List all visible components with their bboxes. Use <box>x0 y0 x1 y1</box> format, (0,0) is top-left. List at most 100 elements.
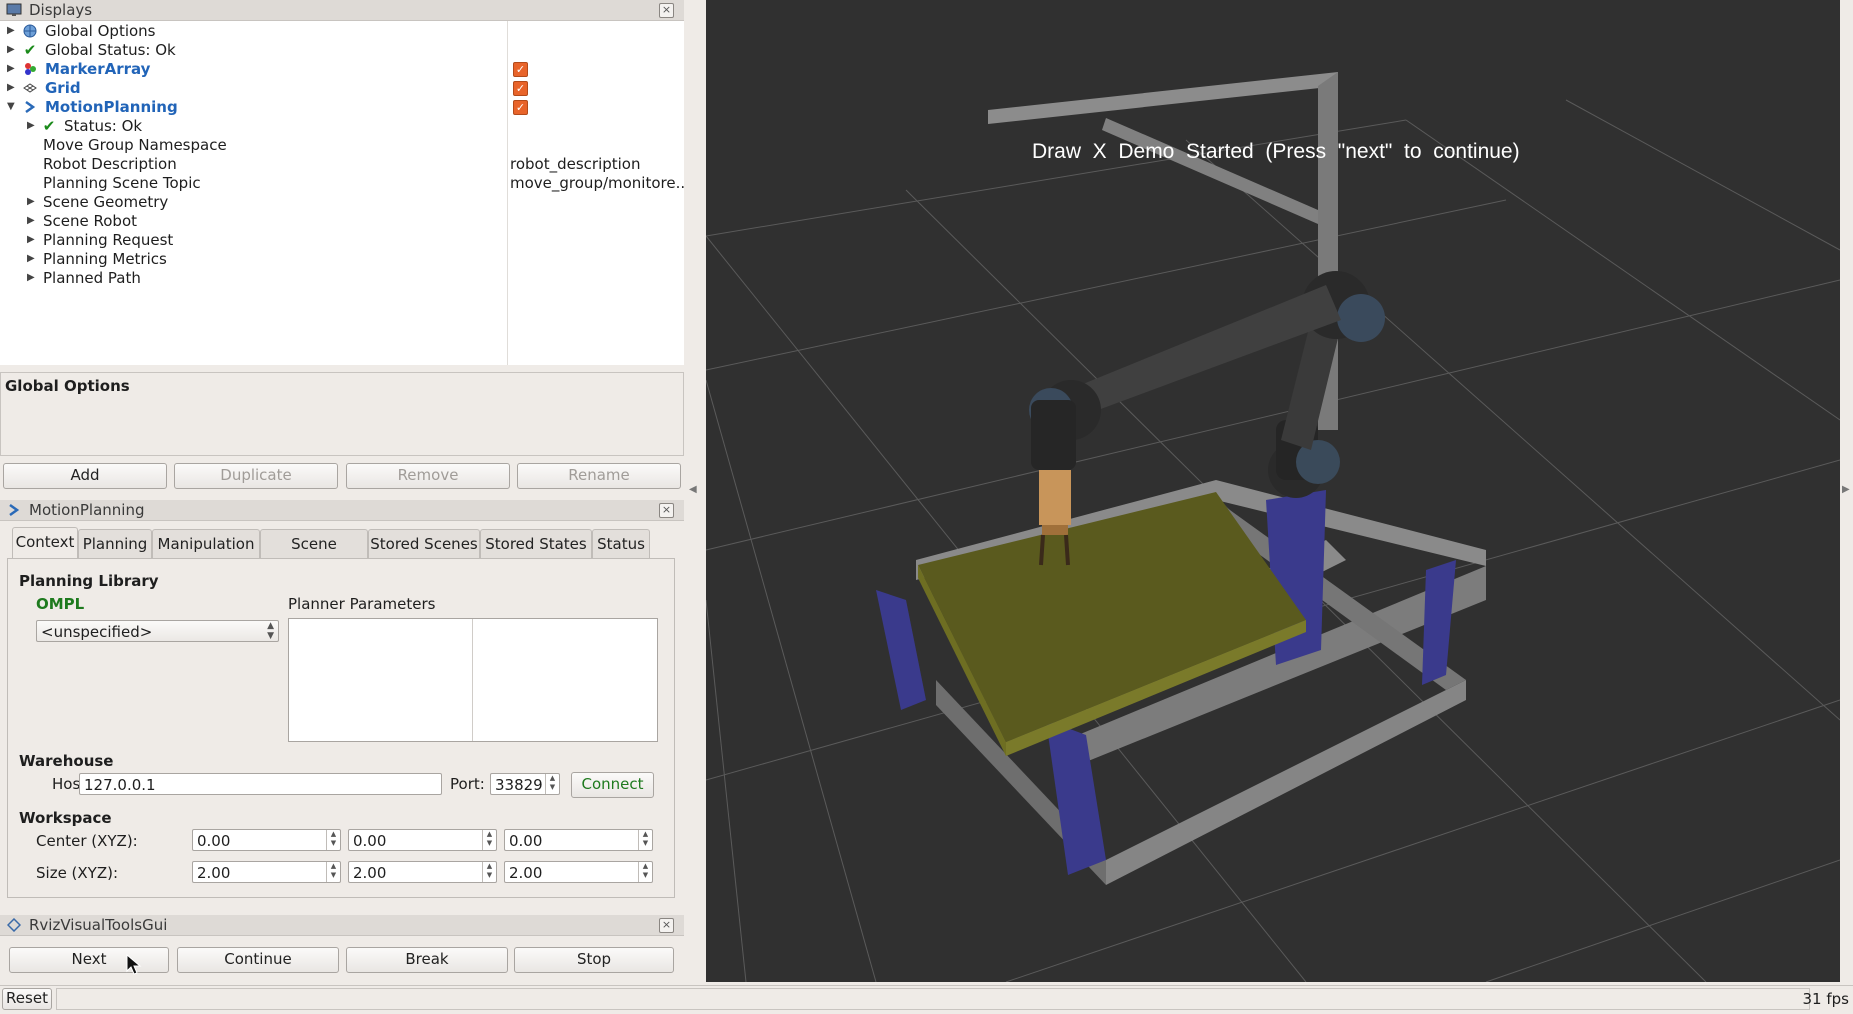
tree-row-scene-geometry[interactable]: ▶ Scene Geometry <box>0 193 684 212</box>
rename-button[interactable]: Rename <box>517 463 681 489</box>
expand-arrow-icon[interactable]: ▶ <box>27 120 35 131</box>
size-z-input[interactable]: 2.00 ▲ ▼ <box>504 861 653 883</box>
planner-select[interactable]: <unspecified> ▲ ▼ <box>36 620 279 642</box>
spin-arrows-icon[interactable]: ▲ ▼ <box>545 774 559 794</box>
tree-row-move-group-namespace[interactable]: Move Group Namespace <box>0 136 684 155</box>
planner-parameters-label: Planner Parameters <box>288 595 436 613</box>
rviz-tools-titlebar: RvizVisualToolsGui × <box>0 915 684 936</box>
right-splitter[interactable]: ▶ <box>1840 0 1853 982</box>
center-y-input[interactable]: 0.00 ▲ ▼ <box>348 829 497 851</box>
spin-arrows-icon[interactable]: ▲ ▼ <box>638 862 652 882</box>
stop-button[interactable]: Stop <box>514 947 674 973</box>
size-x-input[interactable]: 2.00 ▲ ▼ <box>192 861 341 883</box>
center-x-input[interactable]: 0.00 ▲ ▼ <box>192 829 341 851</box>
host-input[interactable]: 127.0.0.1 <box>79 773 442 795</box>
center-label: Center (XYZ): <box>36 832 138 850</box>
planner-parameters-table[interactable] <box>288 618 658 742</box>
context-tab-pane: Planning Library OMPL <unspecified> ▲ ▼ P… <box>7 558 675 898</box>
continue-button[interactable]: Continue <box>177 947 339 973</box>
motion-planning-icon <box>22 99 38 115</box>
displays-title: Displays <box>29 1 93 19</box>
3d-viewport[interactable]: Draw X Demo Started (Press "next" to con… <box>706 0 1840 982</box>
expand-arrow-icon[interactable]: ▶ <box>27 253 35 264</box>
expand-arrow-icon[interactable]: ▶ <box>7 44 15 55</box>
tree-row-robot-description[interactable]: Robot Description robot_description <box>0 155 684 174</box>
tab-context[interactable]: Context <box>12 527 78 560</box>
panel-splitter[interactable]: ◀ <box>684 0 706 982</box>
size-x-value: 2.00 <box>197 864 231 882</box>
tab-stored-states[interactable]: Stored States <box>480 529 592 559</box>
displays-titlebar: Displays × <box>0 0 684 21</box>
workspace-label: Workspace <box>19 809 112 827</box>
tree-row-planning-metrics[interactable]: ▶ Planning Metrics <box>0 250 684 269</box>
tab-manipulation[interactable]: Manipulation <box>152 529 260 559</box>
warehouse-label: Warehouse <box>19 752 114 770</box>
expand-arrow-icon[interactable]: ▶ <box>7 82 15 93</box>
tab-status[interactable]: Status <box>592 529 650 559</box>
enable-checkbox[interactable]: ✓ <box>513 100 528 115</box>
close-icon[interactable]: × <box>659 3 674 18</box>
size-y-value: 2.00 <box>353 864 387 882</box>
fps-counter: 31 fps <box>1802 990 1849 1008</box>
check-icon: ✔ <box>23 41 37 59</box>
expand-arrow-icon[interactable]: ▶ <box>27 272 35 283</box>
expand-arrow-icon[interactable]: ▶ <box>27 234 35 245</box>
tree-row-planning-request[interactable]: ▶ Planning Request <box>0 231 684 250</box>
planning-scene-topic-value[interactable]: move_group/monitore... <box>510 174 690 192</box>
tree-row-global-status[interactable]: ▶ ✔ Global Status: Ok <box>0 41 684 60</box>
enable-checkbox[interactable]: ✓ <box>513 81 528 96</box>
expand-arrow-icon[interactable]: ▶ <box>27 215 35 226</box>
spin-arrows-icon[interactable]: ▲ ▼ <box>326 830 340 850</box>
reset-button[interactable]: Reset <box>2 988 52 1010</box>
robot-description-value[interactable]: robot_description <box>510 155 641 173</box>
planning-library-label: Planning Library <box>19 572 159 590</box>
tree-row-status[interactable]: ▶ ✔ Status: Ok <box>0 117 684 136</box>
tree-row-marker-array[interactable]: ▶ MarkerArray ✓ <box>0 60 684 79</box>
monitor-icon <box>5 2 23 18</box>
tree-row-planned-path[interactable]: ▶ Planned Path <box>0 269 684 288</box>
motion-planning-titlebar: MotionPlanning × <box>0 500 684 521</box>
center-z-input[interactable]: 0.00 ▲ ▼ <box>504 829 653 851</box>
tree-row-motion-planning[interactable]: ▼ MotionPlanning ✓ <box>0 98 684 117</box>
collapse-left-icon[interactable]: ◀ <box>689 484 697 495</box>
remove-button[interactable]: Remove <box>346 463 510 489</box>
tab-scene-objects[interactable]: Scene Objects <box>260 529 368 582</box>
grid-icon <box>22 80 38 96</box>
collapse-arrow-icon[interactable]: ▼ <box>7 101 15 112</box>
overlay-text: Draw X Demo Started (Press "next" to con… <box>1032 140 1520 163</box>
enable-checkbox[interactable]: ✓ <box>513 62 528 77</box>
tree-row-planning-scene-topic[interactable]: Planning Scene Topic move_group/monitore… <box>0 174 690 193</box>
spin-arrows-icon[interactable]: ▲ ▼ <box>482 862 496 882</box>
spin-arrows-icon[interactable]: ▲ ▼ <box>482 830 496 850</box>
robot-frame <box>916 72 1486 885</box>
library-name: OMPL <box>36 595 85 613</box>
spin-arrows-icon[interactable]: ▲ ▼ <box>638 830 652 850</box>
tab-planning[interactable]: Planning <box>78 529 152 559</box>
center-z-value: 0.00 <box>509 832 543 850</box>
size-y-input[interactable]: 2.00 ▲ ▼ <box>348 861 497 883</box>
close-icon[interactable]: × <box>659 503 674 518</box>
tree-row-grid[interactable]: ▶ Grid ✓ <box>0 79 684 98</box>
duplicate-button[interactable]: Duplicate <box>174 463 338 489</box>
expand-arrow-icon[interactable]: ▶ <box>7 25 15 36</box>
add-button[interactable]: Add <box>3 463 167 489</box>
port-input[interactable]: 33829 ▲ ▼ <box>490 773 560 795</box>
globe-icon <box>22 23 38 39</box>
break-button[interactable]: Break <box>346 947 508 973</box>
spin-arrows-icon[interactable]: ▲ ▼ <box>326 862 340 882</box>
close-icon[interactable]: × <box>659 918 674 933</box>
mouse-cursor-icon <box>126 954 142 975</box>
expand-arrow-icon[interactable]: ▶ <box>7 63 15 74</box>
tree-row-scene-robot[interactable]: ▶ Scene Robot <box>0 212 684 231</box>
expand-right-icon[interactable]: ▶ <box>1842 484 1850 495</box>
diamond-icon <box>5 917 23 933</box>
status-message-area <box>56 988 1810 1010</box>
connect-button[interactable]: Connect <box>571 772 654 798</box>
expand-arrow-icon[interactable]: ▶ <box>27 196 35 207</box>
motion-planning-icon <box>5 502 23 518</box>
center-y-value: 0.00 <box>353 832 387 850</box>
next-button[interactable]: Next <box>9 947 169 973</box>
tab-stored-scenes[interactable]: Stored Scenes <box>368 529 480 559</box>
tree-row-global-options[interactable]: ▶ Global Options <box>0 22 684 41</box>
size-label: Size (XYZ): <box>36 864 119 882</box>
